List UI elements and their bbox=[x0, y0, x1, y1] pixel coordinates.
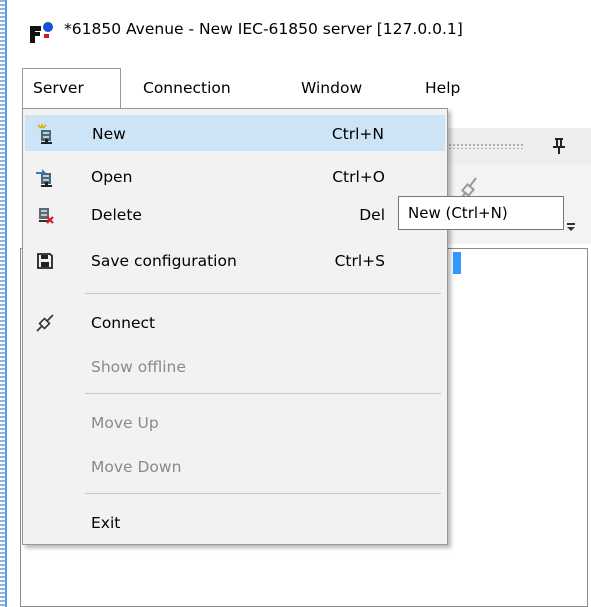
menu-item-shortcut: Ctrl+O bbox=[332, 168, 385, 186]
menu-item-open[interactable]: Open Ctrl+O bbox=[25, 159, 445, 195]
menu-bar: Server Connection Window Help bbox=[7, 68, 591, 108]
menu-item-new[interactable]: New Ctrl+N bbox=[25, 115, 445, 151]
menu-item-label: Open bbox=[91, 168, 133, 186]
title-bar: *61850 Avenue - New IEC-61850 server [12… bbox=[7, 0, 591, 60]
menu-item-shortcut: Ctrl+N bbox=[331, 125, 384, 143]
new-server-icon bbox=[37, 124, 52, 144]
menu-item-label: Show offline bbox=[91, 358, 186, 376]
menu-item-label: Move Up bbox=[91, 414, 159, 432]
app-logo-icon bbox=[30, 22, 53, 43]
menu-item-label: Connect bbox=[91, 314, 156, 332]
menu-item-show-offline: Show offline bbox=[25, 349, 445, 385]
menu-item-connect[interactable]: Connect bbox=[25, 305, 445, 341]
menu-window[interactable]: Window bbox=[291, 68, 372, 108]
menu-item-label: Exit bbox=[91, 514, 121, 532]
menu-item-move-up: Move Up bbox=[25, 405, 445, 441]
window-left-edge bbox=[0, 0, 7, 607]
menu-item-delete[interactable]: Delete Del bbox=[25, 197, 445, 233]
server-menu-dropdown: New Ctrl+N Open Ctrl+O Delete Del Save c… bbox=[22, 108, 448, 545]
menu-item-label: Move Down bbox=[91, 458, 182, 476]
pin-icon[interactable] bbox=[550, 136, 568, 156]
menu-connection[interactable]: Connection bbox=[133, 68, 241, 108]
dock-panel-header bbox=[440, 128, 591, 164]
menu-separator bbox=[85, 493, 441, 494]
menu-item-move-down: Move Down bbox=[25, 449, 445, 485]
menu-help[interactable]: Help bbox=[415, 68, 470, 108]
menu-item-label: Delete bbox=[91, 206, 142, 224]
drag-grip[interactable] bbox=[448, 143, 524, 149]
tooltip: New (Ctrl+N) bbox=[398, 196, 564, 230]
menu-item-label: New bbox=[92, 125, 126, 143]
menu-item-shortcut: Ctrl+S bbox=[334, 252, 385, 270]
menu-separator bbox=[85, 393, 441, 394]
menu-item-exit[interactable]: Exit bbox=[25, 505, 445, 541]
toolbar-dropdown-icon[interactable] bbox=[566, 222, 576, 232]
menu-item-shortcut: Del bbox=[359, 206, 385, 224]
selected-tree-node[interactable] bbox=[453, 252, 461, 274]
delete-server-icon bbox=[39, 208, 54, 224]
plug-icon bbox=[36, 314, 54, 332]
open-server-icon bbox=[36, 169, 52, 187]
menu-item-save-configuration[interactable]: Save configuration Ctrl+S bbox=[25, 243, 445, 279]
menu-item-label: Save configuration bbox=[91, 252, 237, 270]
menu-separator bbox=[85, 293, 441, 294]
window-title: *61850 Avenue - New IEC-61850 server [12… bbox=[64, 20, 463, 38]
save-icon bbox=[37, 253, 53, 269]
menu-server[interactable]: Server bbox=[22, 68, 121, 108]
